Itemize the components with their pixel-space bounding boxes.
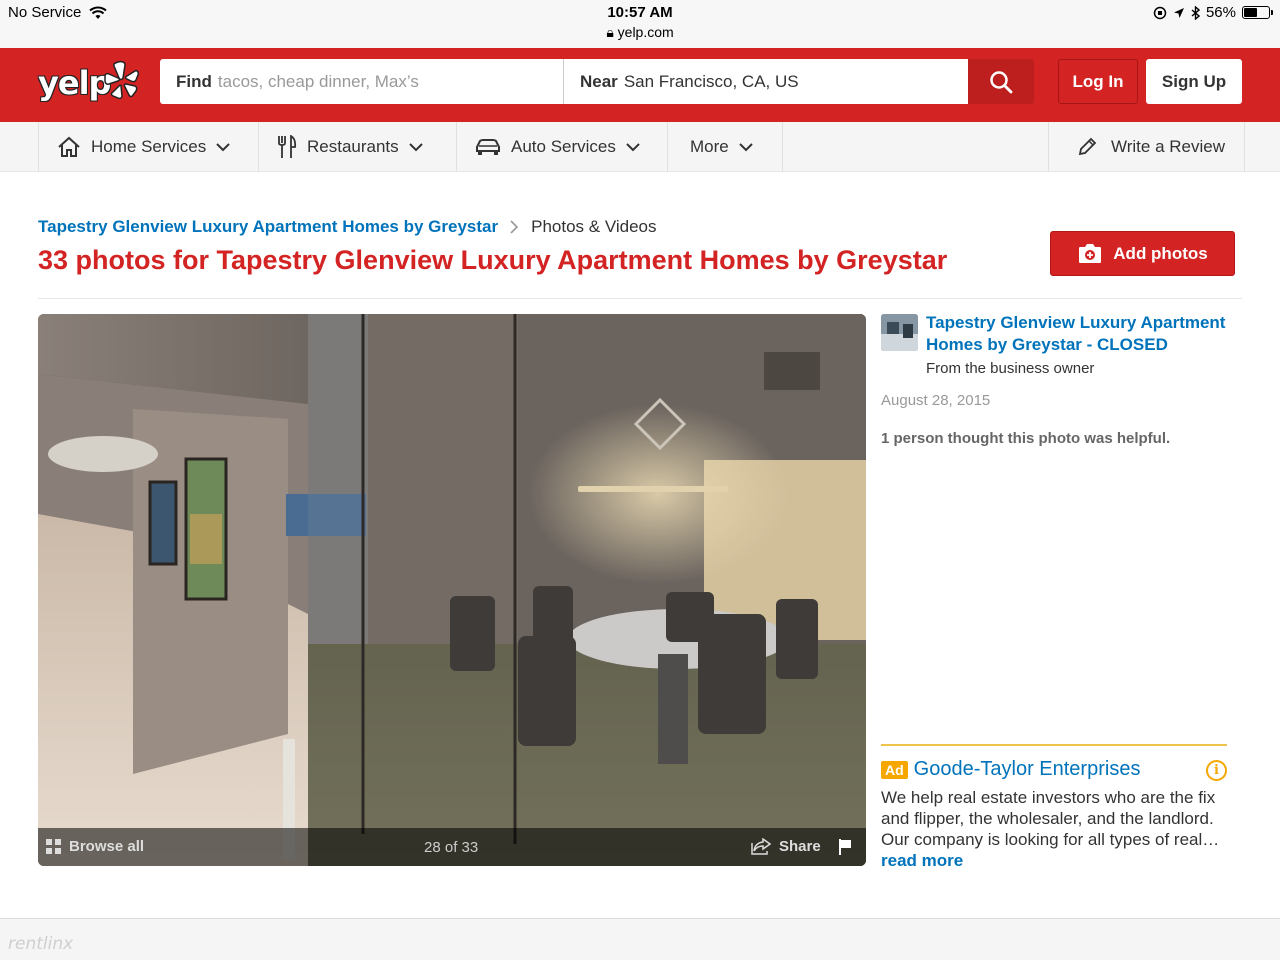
- near-input[interactable]: Near San Francisco, CA, US: [564, 59, 968, 104]
- nav-label: More: [690, 137, 729, 156]
- logo-text: yelp: [38, 64, 111, 102]
- breadcrumb-current: Photos & Videos: [531, 217, 657, 236]
- grid-icon: [46, 839, 61, 854]
- nav-label: Auto Services: [511, 137, 616, 156]
- photo-viewer[interactable]: Browse all 28 of 33 Share: [38, 314, 866, 866]
- business-thumbnail-image: [881, 314, 918, 351]
- search-button[interactable]: [968, 59, 1034, 104]
- nav-restaurants[interactable]: Restaurants: [259, 122, 457, 172]
- fork-knife-icon: [278, 135, 297, 158]
- battery-level: [1244, 8, 1258, 17]
- share-label: Share: [779, 838, 821, 855]
- search-icon: [990, 70, 1013, 93]
- car-icon: [476, 139, 500, 155]
- chevron-right-icon: [510, 220, 519, 234]
- find-label: Find: [176, 71, 212, 91]
- yelp-logo[interactable]: yelp: [38, 58, 142, 110]
- divider: [38, 298, 1242, 299]
- page-title: 33 photos for Tapestry Glenview Luxury A…: [38, 245, 948, 275]
- breadcrumb-business-link[interactable]: Tapestry Glenview Luxury Apartment Homes…: [38, 217, 498, 237]
- ad-description: We help real estate investors who are th…: [881, 787, 1227, 871]
- status-right: 56%: [1153, 4, 1273, 21]
- conference-room-photo: [38, 314, 866, 866]
- write-review-label: Write a Review: [1111, 137, 1225, 156]
- watermark: rentlinx: [8, 934, 74, 954]
- nav-label: Restaurants: [307, 137, 399, 156]
- bluetooth-icon: [1191, 5, 1200, 20]
- business-name-link[interactable]: Tapestry Glenview Luxury Apartment Homes…: [926, 312, 1241, 356]
- address-bar[interactable]: 🔒︎ yelp.com: [0, 24, 1280, 41]
- nav-more[interactable]: More: [668, 122, 783, 172]
- find-placeholder: tacos, cheap dinner, Max’s: [217, 71, 419, 91]
- footer: [0, 918, 1280, 960]
- home-icon: [58, 136, 80, 157]
- ad-business-link[interactable]: Goode-Taylor Enterprises: [914, 758, 1141, 781]
- helpful-count: 1 person thought this photo was helpful.: [881, 430, 1171, 447]
- chevron-down-icon: [408, 142, 423, 151]
- sponsored-ad: Ad Goode-Taylor Enterprises i We help re…: [881, 744, 1227, 871]
- ad-header: Ad Goode-Taylor Enterprises: [881, 758, 1227, 781]
- find-input[interactable]: Find tacos, cheap dinner, Max’s: [160, 59, 564, 104]
- nav-home-services[interactable]: Home Services: [38, 122, 259, 172]
- photo-toolbar: Browse all 28 of 33 Share: [38, 828, 866, 866]
- browse-all-button[interactable]: Browse all: [46, 838, 144, 855]
- flag-icon[interactable]: [838, 838, 852, 856]
- battery-icon: [1242, 6, 1273, 19]
- nav-auto-services[interactable]: Auto Services: [457, 122, 668, 172]
- search-bar: Find tacos, cheap dinner, Max’s Near San…: [160, 59, 1034, 104]
- near-value: San Francisco, CA, US: [623, 71, 799, 91]
- add-photos-label: Add photos: [1113, 243, 1208, 263]
- nav-label: Home Services: [91, 137, 207, 156]
- category-nav: Home Services Restaurants Auto Services …: [0, 122, 1280, 172]
- lock-icon: 🔒︎: [606, 24, 614, 40]
- share-icon: [751, 838, 771, 855]
- ad-text: We help real estate investors who are th…: [881, 788, 1220, 849]
- orientation-lock-icon: [1153, 6, 1167, 19]
- info-icon[interactable]: i: [1206, 760, 1227, 781]
- status-bar: No Service 10:57 AM 🔒︎ yelp.com 56%: [0, 0, 1280, 48]
- pencil-icon: [1078, 137, 1097, 156]
- location-icon: [1173, 7, 1184, 18]
- breadcrumb: Tapestry Glenview Luxury Apartment Homes…: [38, 217, 657, 237]
- burst-icon: [104, 60, 139, 100]
- read-more-link[interactable]: read more: [881, 851, 963, 870]
- write-review-link[interactable]: Write a Review: [1048, 122, 1245, 172]
- photo-source: From the business owner: [926, 360, 1095, 377]
- chevron-down-icon: [626, 142, 640, 151]
- site-header: yelp Find tacos, cheap dinner, Max’s Nea…: [0, 48, 1280, 122]
- business-thumbnail[interactable]: [881, 314, 918, 351]
- status-center: 10:57 AM 🔒︎ yelp.com: [0, 4, 1280, 41]
- near-label: Near: [580, 71, 618, 91]
- chevron-down-icon: [739, 142, 753, 151]
- photo-date: August 28, 2015: [881, 392, 991, 409]
- ad-badge: Ad: [881, 760, 908, 779]
- photo-counter: 28 of 33: [424, 839, 479, 856]
- clock: 10:57 AM: [607, 4, 673, 21]
- browse-all-label: Browse all: [69, 838, 145, 855]
- login-button[interactable]: Log In: [1058, 59, 1138, 104]
- camera-icon: [1079, 244, 1102, 263]
- chevron-down-icon: [216, 142, 230, 151]
- battery-percent: 56%: [1205, 4, 1236, 21]
- add-photos-button[interactable]: Add photos: [1050, 231, 1235, 276]
- url-text: yelp.com: [617, 24, 674, 40]
- signup-button[interactable]: Sign Up: [1146, 59, 1242, 104]
- share-button[interactable]: Share: [751, 838, 821, 855]
